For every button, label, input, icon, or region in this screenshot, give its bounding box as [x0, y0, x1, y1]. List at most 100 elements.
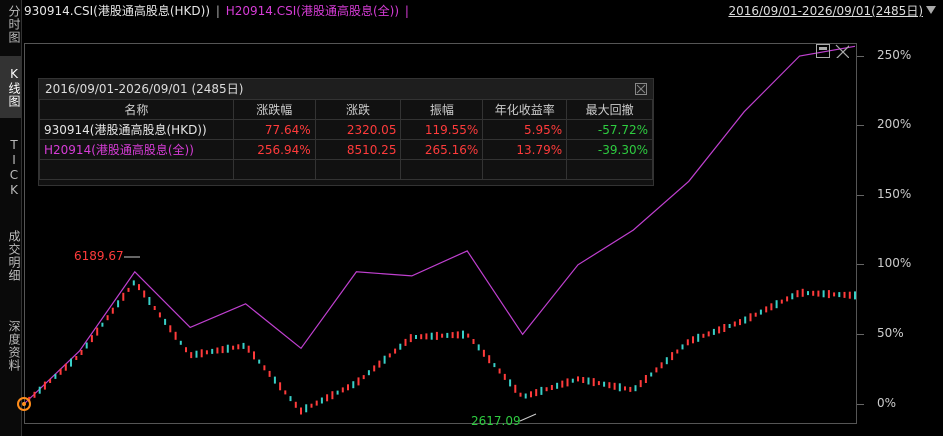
candle-930914 — [472, 339, 475, 344]
cell-max-drawdown: -57.72% — [566, 119, 653, 140]
yaxis-tick — [857, 404, 864, 405]
candle-930914 — [169, 325, 172, 333]
candle-930914 — [326, 394, 329, 402]
candle-930914 — [164, 318, 167, 325]
candle-930914 — [582, 377, 585, 383]
candle-930914 — [64, 363, 67, 371]
candle-930914 — [33, 391, 36, 398]
candle-930914 — [43, 381, 46, 390]
candle-930914 — [780, 299, 783, 304]
cell-change-pct: 256.94% — [232, 139, 316, 160]
candle-930914 — [441, 333, 444, 338]
close-icon[interactable] — [635, 83, 647, 95]
candle-930914 — [143, 290, 146, 298]
candle-930914 — [488, 355, 491, 364]
candle-930914 — [833, 292, 836, 297]
candle-930914 — [498, 368, 501, 374]
candle-930914 — [404, 338, 407, 346]
candle-930914 — [320, 397, 323, 404]
candle-930914 — [509, 379, 512, 387]
yaxis-label: 250% — [877, 48, 912, 62]
candle-930914 — [289, 396, 292, 402]
candle-930914 — [676, 349, 679, 354]
col-header: 涨跌 — [314, 99, 402, 120]
candle-930914 — [754, 312, 757, 317]
col-header: 名称 — [39, 99, 234, 120]
yaxis-tick — [857, 56, 864, 57]
yaxis-tick — [857, 264, 864, 265]
candle-930914 — [597, 381, 600, 386]
candle-930914 — [838, 292, 841, 298]
col-header: 最大回撤 — [566, 99, 653, 120]
candle-930914 — [200, 349, 203, 358]
candle-930914 — [759, 309, 762, 315]
candle-930914 — [629, 386, 632, 392]
candle-930914 — [639, 380, 642, 388]
candle-930914 — [273, 376, 276, 384]
candle-930914 — [258, 359, 261, 364]
candle-930914 — [59, 368, 62, 375]
candle-930914 — [770, 303, 773, 311]
candle-930914 — [336, 390, 339, 395]
candle-930914 — [603, 381, 606, 387]
close-chart-icon[interactable] — [835, 44, 849, 58]
candle-930914 — [148, 297, 151, 305]
candle-930914 — [383, 355, 386, 364]
candle-930914 — [723, 324, 726, 332]
candle-930914 — [467, 333, 470, 338]
table-row[interactable]: 930914(港股通高股息(HKD)) 77.64% 2320.05 119.5… — [39, 119, 653, 140]
candle-930914 — [153, 306, 156, 310]
candle-930914 — [420, 334, 423, 340]
candle-930914 — [394, 348, 397, 354]
candle-930914 — [216, 347, 219, 354]
high-annotation: 6189.67 — [74, 249, 124, 263]
candle-930914 — [352, 381, 355, 389]
candle-930914 — [122, 292, 125, 301]
candle-930914 — [85, 342, 88, 349]
low-annotation: 2617.09 — [471, 414, 521, 428]
candle-930914 — [446, 332, 449, 338]
row-name: 930914(港股通高股息(HKD)) — [39, 119, 234, 140]
restore-window-icon[interactable] — [816, 44, 830, 58]
candle-930914 — [263, 365, 266, 371]
candle-930914 — [49, 379, 52, 383]
yaxis-label: 150% — [877, 187, 912, 201]
candle-930914 — [127, 287, 130, 292]
cell-amplitude: 119.55% — [400, 119, 484, 140]
cell-change: 8510.25 — [314, 139, 402, 160]
candle-930914 — [650, 372, 653, 377]
candle-930914 — [451, 332, 454, 339]
table-row-empty — [39, 159, 653, 180]
cell-change: 2320.05 — [314, 119, 402, 140]
candle-930914 — [456, 331, 459, 339]
stats-title: 2016/09/01-2026/09/01 (2485日) — [39, 79, 653, 99]
candle-930914 — [185, 347, 187, 353]
candle-930914 — [373, 365, 376, 372]
row-name: H20914(港股通高股息(全)) — [39, 139, 234, 160]
candle-930914 — [284, 390, 287, 395]
candle-930914 — [331, 391, 334, 400]
candle-930914 — [556, 382, 559, 389]
candle-930914 — [279, 382, 282, 391]
candle-930914 — [660, 362, 663, 369]
candle-930914 — [728, 324, 731, 328]
candle-930914 — [80, 350, 83, 355]
candle-930914 — [707, 331, 710, 337]
candle-930914 — [697, 333, 700, 342]
candle-930914 — [561, 380, 564, 388]
candle-930914 — [739, 319, 741, 326]
candle-930914 — [592, 378, 595, 387]
candle-930914 — [540, 386, 543, 395]
candle-930914 — [733, 321, 736, 327]
candle-930914 — [111, 307, 114, 314]
candle-930914 — [268, 370, 271, 377]
price-chart[interactable] — [0, 0, 943, 436]
candle-930914 — [692, 336, 694, 344]
candle-930914 — [665, 357, 668, 365]
candle-930914 — [618, 383, 621, 392]
candle-930914 — [812, 290, 815, 296]
candle-930914 — [827, 290, 830, 299]
candle-930914 — [101, 322, 104, 327]
candle-930914 — [493, 363, 496, 368]
table-row[interactable]: H20914(港股通高股息(全)) 256.94% 8510.25 265.16… — [39, 139, 653, 160]
